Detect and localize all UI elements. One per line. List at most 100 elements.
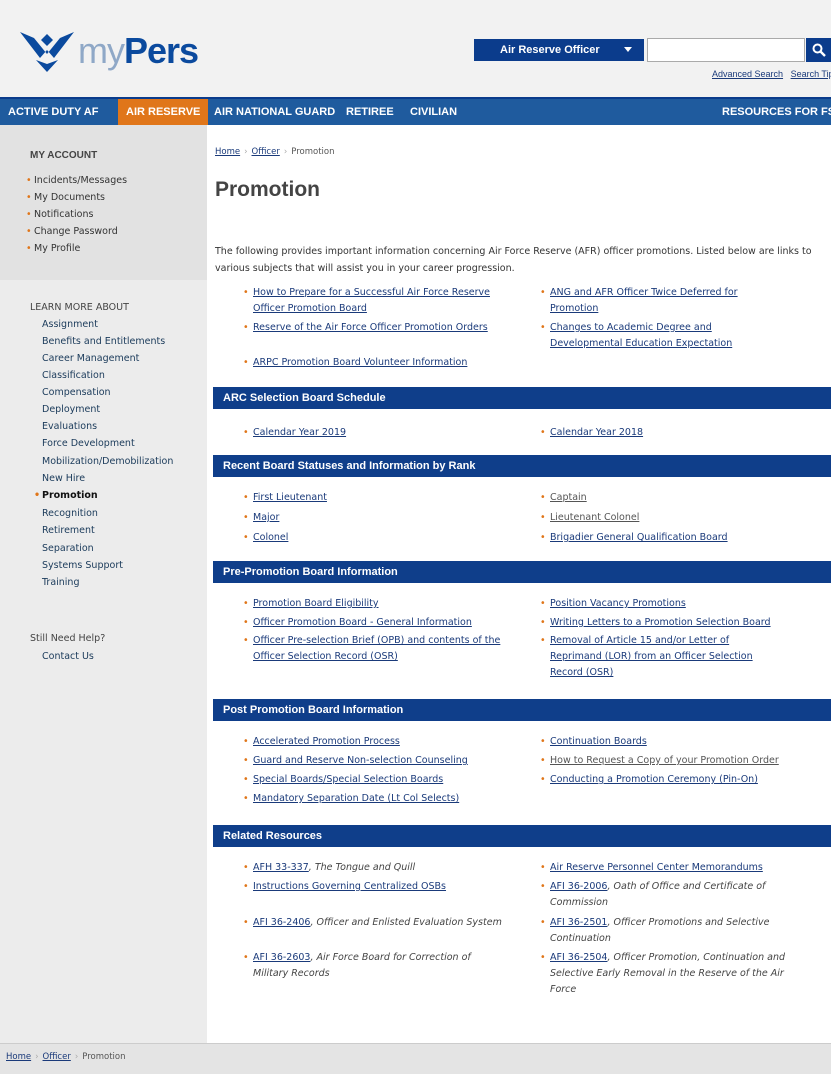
link-afh-33-337[interactable]: AFH 33-337 — [253, 862, 309, 873]
breadcrumb-separator: › — [35, 1052, 39, 1062]
my-account-panel: MY ACCOUNT Incidents/Messages My Documen… — [0, 125, 207, 280]
list-item: First Lieutenant — [243, 490, 327, 506]
link-board-eligibility[interactable]: Promotion Board Eligibility — [253, 598, 379, 609]
list-item: Position Vacancy Promotions — [540, 596, 800, 612]
nav-air-reserve[interactable]: AIR RESERVE — [118, 99, 209, 125]
link-promotion-ceremony[interactable]: Conducting a Promotion Ceremony (Pin-On) — [550, 774, 758, 785]
site-header: myPers Air Reserve Officer Advanced Sear… — [0, 0, 831, 97]
list-item: Calendar Year 2019 — [243, 425, 346, 441]
breadcrumb-officer[interactable]: Officer — [252, 147, 280, 157]
link-accelerated-promotion[interactable]: Accelerated Promotion Process — [253, 736, 400, 747]
nav-resources-fss[interactable]: RESOURCES FOR FSS — [722, 99, 831, 125]
section-header-arc: ARC Selection Board Schedule — [213, 387, 831, 409]
sidebar-item-deployment[interactable]: Deployment — [42, 404, 100, 415]
contact-us-link[interactable]: Contact Us — [42, 651, 94, 662]
link-afi-36-2006[interactable]: AFI 36-2006 — [550, 881, 607, 892]
link-arpc-memorandums[interactable]: Air Reserve Personnel Center Memorandums — [550, 862, 763, 873]
link-twice-deferred[interactable]: ANG and AFR Officer Twice Deferred for P… — [550, 287, 738, 314]
search-input[interactable] — [647, 38, 805, 62]
list-item: AFI 36-2406, Officer and Enlisted Evalua… — [243, 915, 503, 931]
sidebar-item-mobilization[interactable]: Mobilization/Demobilization — [42, 456, 173, 467]
search-button[interactable] — [806, 38, 831, 62]
footer-breadcrumb-current: Promotion — [82, 1052, 126, 1062]
link-major[interactable]: Major — [253, 512, 279, 523]
list-item: ARPC Promotion Board Volunteer Informati… — [243, 355, 533, 371]
link-position-vacancy[interactable]: Position Vacancy Promotions — [550, 598, 686, 609]
sidebar-item-training[interactable]: Training — [42, 577, 80, 588]
link-board-volunteer[interactable]: ARPC Promotion Board Volunteer Informati… — [253, 357, 467, 368]
link-afi-36-2603[interactable]: AFI 36-2603 — [253, 952, 310, 963]
link-special-boards[interactable]: Special Boards/Special Selection Boards — [253, 774, 443, 785]
search-scope-label: Air Reserve Officer — [500, 44, 600, 56]
sidebar-item-force-development[interactable]: Force Development — [42, 438, 135, 449]
list-item: Guard and Reserve Non-selection Counseli… — [243, 753, 513, 769]
link-lieutenant-colonel[interactable]: Lieutenant Colonel — [550, 512, 639, 523]
link-request-promotion-order[interactable]: How to Request a Copy of your Promotion … — [550, 755, 779, 766]
link-colonel[interactable]: Colonel — [253, 532, 288, 543]
link-afi-36-2501[interactable]: AFI 36-2501 — [550, 917, 607, 928]
section-header-post-promotion: Post Promotion Board Information — [213, 699, 831, 721]
list-item: Reserve of the Air Force Officer Promoti… — [243, 320, 503, 336]
link-brigadier-general[interactable]: Brigadier General Qualification Board — [550, 532, 728, 543]
link-calendar-2018[interactable]: Calendar Year 2018 — [550, 427, 643, 438]
footer-breadcrumb-officer[interactable]: Officer — [43, 1052, 71, 1062]
list-item: Writing Letters to a Promotion Selection… — [540, 615, 802, 631]
list-item: Major — [243, 510, 279, 526]
sidebar-item-classification[interactable]: Classification — [42, 370, 105, 381]
sidebar-item-assignment[interactable]: Assignment — [42, 319, 98, 330]
sidebar-item-notifications[interactable]: Notifications — [26, 209, 94, 220]
nav-active-duty[interactable]: ACTIVE DUTY AF — [8, 99, 98, 125]
list-item: Continuation Boards — [540, 734, 810, 750]
link-captain[interactable]: Captain — [550, 492, 587, 503]
link-promotion-orders[interactable]: Reserve of the Air Force Officer Promoti… — [253, 322, 488, 333]
footer: Home › Officer › Promotion — [0, 1043, 831, 1074]
link-calendar-2019[interactable]: Calendar Year 2019 — [253, 427, 346, 438]
list-item: AFI 36-2504, Officer Promotion, Continua… — [540, 950, 795, 998]
breadcrumb-separator: › — [283, 147, 288, 157]
link-mandatory-separation[interactable]: Mandatory Separation Date (Lt Col Select… — [253, 793, 459, 804]
sidebar-item-career-management[interactable]: Career Management — [42, 353, 139, 364]
sidebar-item-compensation[interactable]: Compensation — [42, 387, 111, 398]
search-scope-select[interactable]: Air Reserve Officer — [474, 39, 644, 61]
mypers-logo[interactable]: myPers — [18, 26, 218, 76]
link-removal-article-15[interactable]: Removal of Article 15 and/or Letter of R… — [550, 635, 753, 678]
sidebar-item-recognition[interactable]: Recognition — [42, 508, 98, 519]
link-continuation-boards[interactable]: Continuation Boards — [550, 736, 647, 747]
advanced-search-link[interactable]: Advanced Search — [712, 69, 783, 79]
sidebar-item-my-documents[interactable]: My Documents — [26, 192, 105, 203]
list-item: Instructions Governing Centralized OSBs — [243, 879, 513, 895]
list-item: ANG and AFR Officer Twice Deferred for P… — [540, 285, 780, 317]
link-non-selection-counseling[interactable]: Guard and Reserve Non-selection Counseli… — [253, 755, 468, 766]
link-first-lieutenant[interactable]: First Lieutenant — [253, 492, 327, 503]
link-writing-letters[interactable]: Writing Letters to a Promotion Selection… — [550, 617, 771, 628]
sidebar-item-incidents[interactable]: Incidents/Messages — [26, 175, 127, 186]
logo-pers: Pers — [124, 30, 199, 71]
sidebar-item-separation[interactable]: Separation — [42, 543, 94, 554]
link-opb-osr[interactable]: Officer Pre-selection Brief (OPB) and co… — [253, 635, 500, 662]
nav-retiree[interactable]: RETIREE — [346, 99, 394, 125]
sidebar-item-systems-support[interactable]: Systems Support — [42, 560, 123, 571]
list-item: How to Prepare for a Successful Air Forc… — [243, 285, 503, 317]
sidebar-item-benefits[interactable]: Benefits and Entitlements — [42, 336, 165, 347]
sidebar-item-promotion[interactable]: Promotion — [34, 490, 98, 501]
sidebar-item-evaluations[interactable]: Evaluations — [42, 421, 97, 432]
search-tips-link[interactable]: Search Tips — [791, 69, 831, 79]
learn-more-title: LEARN MORE ABOUT — [30, 302, 129, 313]
sidebar-item-my-profile[interactable]: My Profile — [26, 243, 80, 254]
link-centralized-osbs[interactable]: Instructions Governing Centralized OSBs — [253, 881, 446, 892]
link-board-general-info[interactable]: Officer Promotion Board - General Inform… — [253, 617, 472, 628]
breadcrumb-home[interactable]: Home — [215, 147, 240, 157]
section-header-related: Related Resources — [213, 825, 831, 847]
sidebar-item-change-password[interactable]: Change Password — [26, 226, 118, 237]
nav-civilian[interactable]: CIVILIAN — [410, 99, 457, 125]
footer-breadcrumb: Home › Officer › Promotion — [6, 1052, 125, 1062]
sidebar-item-retirement[interactable]: Retirement — [42, 525, 95, 536]
link-academic-degree[interactable]: Changes to Academic Degree and Developme… — [550, 322, 732, 349]
breadcrumb: Home › Officer › Promotion — [215, 147, 334, 157]
link-afi-36-2406[interactable]: AFI 36-2406 — [253, 917, 310, 928]
sidebar-item-new-hire[interactable]: New Hire — [42, 473, 85, 484]
footer-breadcrumb-home[interactable]: Home — [6, 1052, 31, 1062]
nav-air-national-guard[interactable]: AIR NATIONAL GUARD — [214, 99, 335, 125]
link-prepare-promotion-board[interactable]: How to Prepare for a Successful Air Forc… — [253, 287, 490, 314]
link-afi-36-2504[interactable]: AFI 36-2504 — [550, 952, 607, 963]
